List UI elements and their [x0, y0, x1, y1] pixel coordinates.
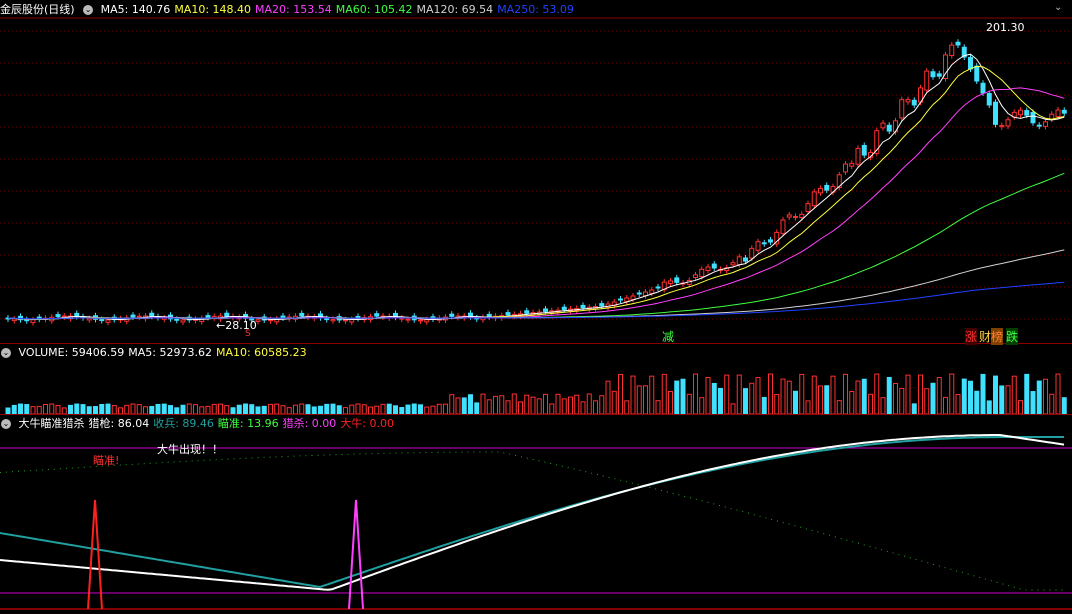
indicator-label: 大牛瞄准猎杀	[18, 417, 85, 430]
volume-label: MA10: 60585.23	[215, 346, 307, 359]
candlestick-series	[5, 39, 1067, 326]
ma-label: MA60: 105.42	[335, 3, 413, 16]
stock-title[interactable]: 金辰股份(日线)	[0, 3, 75, 16]
panel-divider	[0, 414, 1072, 415]
indicator-label: 猎枪: 86.04	[88, 417, 150, 430]
indicator-label: 瞄准: 13.96	[217, 417, 279, 430]
chevron-down-icon[interactable]: ⌄	[1, 419, 11, 429]
high-price-label: 201.30	[986, 21, 1025, 34]
limit-down-marker[interactable]: 跌	[1006, 328, 1019, 345]
volume-legend: VOLUME: 59406.59 MA5: 52973.62 MA10: 60585…	[19, 346, 311, 359]
aim-signal-text: 瞄准!	[93, 454, 120, 467]
indicator-label: 收兵: 89.46	[153, 417, 214, 430]
indicator-panel-header: ⌄ 大牛瞄准猎杀 猎枪: 86.04 收兵: 89.46 瞄准: 13.96 猎杀: 0…	[0, 416, 402, 432]
ma-label: MA10: 148.40	[174, 3, 252, 16]
indicator-legend: 大牛瞄准猎杀 猎枪: 86.04 收兵: 89.46 瞄准: 13.96 猎杀: 0.0…	[19, 417, 399, 430]
finance-marker[interactable]: 财	[979, 328, 991, 345]
volume-panel-header: ⌄ VOLUME: 59406.59 MA5: 52973.62 MA10: 605…	[0, 345, 315, 361]
volume-bars	[5, 373, 1067, 415]
chart-canvas[interactable]	[0, 0, 1072, 614]
bull-signal-text: 大牛出现！！	[157, 443, 223, 456]
ma-label: MA120: 69.54	[416, 3, 494, 16]
main-panel-header: 金辰股份(日线) ⌄ MA5: 140.76 MA10: 148.40 MA20: …	[0, 2, 582, 18]
chevron-down-icon[interactable]: ⌄	[1, 348, 11, 358]
sell-marker[interactable]: S	[245, 329, 251, 339]
limit-up-marker[interactable]: 涨	[965, 328, 978, 345]
chevron-down-icon[interactable]: ⌄	[83, 5, 94, 15]
indicator-label: 大牛: 0.00	[340, 417, 395, 430]
volume-label: MA5: 52973.62	[128, 346, 212, 359]
indicator-lines	[0, 434, 1065, 610]
moving-average-lines	[7, 53, 1065, 321]
ma-label: MA20: 153.54	[255, 3, 332, 16]
volume-label: VOLUME: 59406.59	[18, 346, 125, 359]
ma-label: MA250: 53.09	[497, 3, 574, 16]
reduce-holding-marker[interactable]: 减	[662, 328, 674, 345]
panel-divider	[0, 343, 1072, 344]
ma-legend: MA5: 140.76 MA10: 148.40 MA20: 153.54 MA60:…	[101, 3, 578, 16]
ma-label: MA5: 140.76	[100, 3, 171, 16]
settings-icon[interactable]: ⌄	[1054, 2, 1062, 13]
indicator-label: 猎杀: 0.00	[282, 417, 337, 430]
rank-list-marker[interactable]: 榜	[991, 328, 1004, 345]
